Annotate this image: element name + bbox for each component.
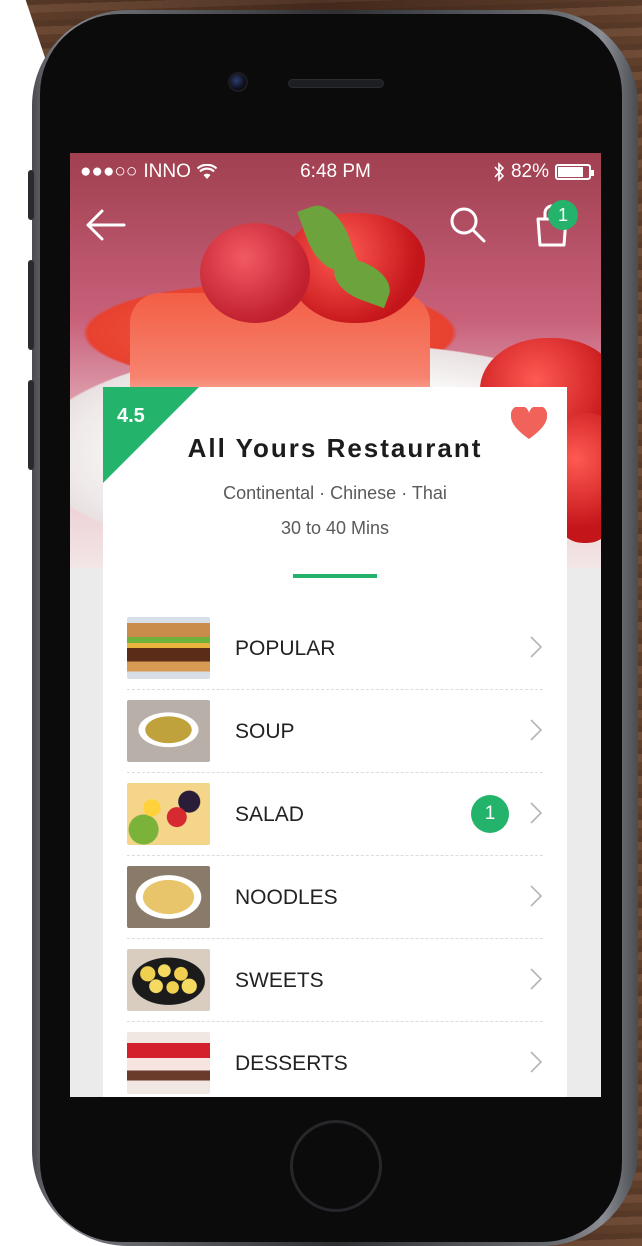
home-button[interactable]	[290, 1120, 382, 1212]
raspberry	[200, 223, 310, 323]
accent-divider	[293, 574, 377, 578]
menu-item-soup[interactable]: SOUP	[127, 690, 543, 773]
soup-thumbnail	[127, 700, 210, 762]
salad-thumbnail	[127, 783, 210, 845]
menu-item-noodles[interactable]: NOODLES	[127, 856, 543, 939]
menu-item-label: SOUP	[235, 720, 295, 743]
menu-item-salad[interactable]: SALAD 1	[127, 773, 543, 856]
menu-item-label: POPULAR	[235, 637, 336, 660]
desserts-thumbnail	[127, 1032, 210, 1094]
menu-category-list: POPULAR SOUP SALAD 1 NOODLES SWEETS DESS…	[127, 607, 543, 1097]
delivery-time: 30 to 40 Mins	[280, 518, 390, 538]
menu-item-desserts[interactable]: DESSERTS	[127, 1022, 543, 1097]
chevron-right-icon	[530, 802, 543, 824]
app-screen: ●●●○○ INNO 6:48 PM 82% 1 4.5 All Yours R…	[70, 153, 601, 1097]
front-camera	[228, 72, 248, 92]
item-count-badge: 1	[471, 795, 509, 833]
search-icon[interactable]	[448, 205, 488, 245]
rating-value: 4.5	[117, 405, 145, 427]
chevron-right-icon	[530, 885, 543, 907]
earpiece-speaker	[288, 79, 384, 88]
status-bar: ●●●○○ INNO 6:48 PM 82%	[70, 153, 601, 189]
restaurant-name: All Yours Restaurant	[187, 433, 483, 463]
battery-percent: 82%	[510, 161, 549, 182]
menu-item-label: SWEETS	[235, 969, 324, 992]
chevron-right-icon	[530, 968, 543, 990]
bluetooth-icon	[494, 162, 505, 182]
battery-icon	[555, 164, 594, 180]
back-arrow-icon[interactable]	[84, 205, 128, 245]
cuisine-list: Continental · Chinese · Thai	[223, 483, 447, 503]
chevron-right-icon	[530, 636, 543, 658]
chevron-right-icon	[530, 1051, 543, 1073]
volume-down-button	[28, 380, 34, 470]
restaurant-card: 4.5 All Yours Restaurant Continental · C…	[103, 387, 567, 1097]
noodles-thumbnail	[127, 866, 210, 928]
menu-item-label: NOODLES	[235, 886, 338, 909]
mute-switch	[28, 170, 34, 220]
menu-item-sweets[interactable]: SWEETS	[127, 939, 543, 1022]
chevron-right-icon	[530, 719, 543, 741]
burger-thumbnail	[127, 617, 210, 679]
sweets-thumbnail	[127, 949, 210, 1011]
cart-count-badge[interactable]: 1	[548, 200, 578, 230]
volume-up-button	[28, 260, 34, 350]
menu-item-popular[interactable]: POPULAR	[127, 607, 543, 690]
menu-item-label: SALAD	[235, 803, 304, 826]
menu-item-label: DESSERTS	[235, 1052, 348, 1075]
